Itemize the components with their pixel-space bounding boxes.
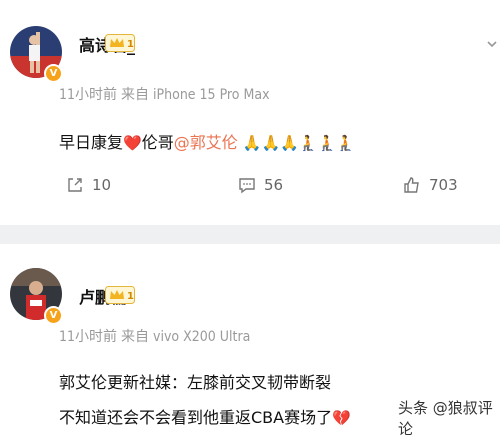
watermark: 头条 @狼叔评论 <box>398 399 493 438</box>
emoji-sequence: 🙏🙏🙏🧎🧎🧎 <box>242 134 355 152</box>
thumbs-up-icon <box>404 177 419 193</box>
post-meta: 11小时前 来自 vivo X200 Ultra <box>59 326 250 346</box>
chevron-down-icon[interactable] <box>486 38 498 50</box>
crown-badge-icon[interactable]: 1 <box>105 34 135 52</box>
post-body: 早日康复❤️伦哥@郭艾伦 🙏🙏🙏🧎🧎🧎 <box>59 129 355 153</box>
heart-emoji: ❤️ <box>123 134 142 152</box>
post-meta: 11小时前 来自 iPhone 15 Pro Max <box>59 84 270 104</box>
post-time: 11小时前 <box>59 87 118 103</box>
post-text-prefix: 早日康复 <box>59 133 124 152</box>
like-button[interactable]: 703 <box>403 176 458 194</box>
share-button[interactable]: 10 <box>66 176 111 194</box>
post-text-line: 不知道还会不会看到他重返CBA赛场了💔 <box>59 404 351 428</box>
svg-text:1: 1 <box>127 39 134 50</box>
svg-text:1: 1 <box>127 291 134 302</box>
comment-count: 56 <box>264 176 284 194</box>
comment-button[interactable]: 56 <box>238 176 283 194</box>
crown-badge-icon[interactable]: 1 <box>105 286 135 304</box>
post-text-line2: 不知道还会不会看到他重返CBA赛场了 <box>59 408 333 427</box>
share-count: 10 <box>92 176 112 194</box>
comment-icon <box>239 178 255 194</box>
post-source: 来自 vivo X200 Ultra <box>121 329 251 345</box>
post-time: 11小时前 <box>59 329 118 345</box>
post-source: 来自 iPhone 15 Pro Max <box>121 87 270 103</box>
mention-link[interactable]: @郭艾伦 <box>174 133 238 152</box>
post-card: V 高诗岩_ 1 11小时前 来自 iPhone 15 Pro Max 早日康复… <box>0 0 500 225</box>
like-count: 703 <box>429 176 458 194</box>
post-text-mid: 伦哥 <box>141 133 174 152</box>
post-text-line: 郭艾伦更新社媒：左膝前交叉韧带断裂 <box>59 373 332 392</box>
broken-heart-emoji: 💔 <box>332 409 351 427</box>
verified-icon: V <box>44 64 63 83</box>
share-icon <box>68 178 82 192</box>
verified-icon: V <box>44 306 63 325</box>
